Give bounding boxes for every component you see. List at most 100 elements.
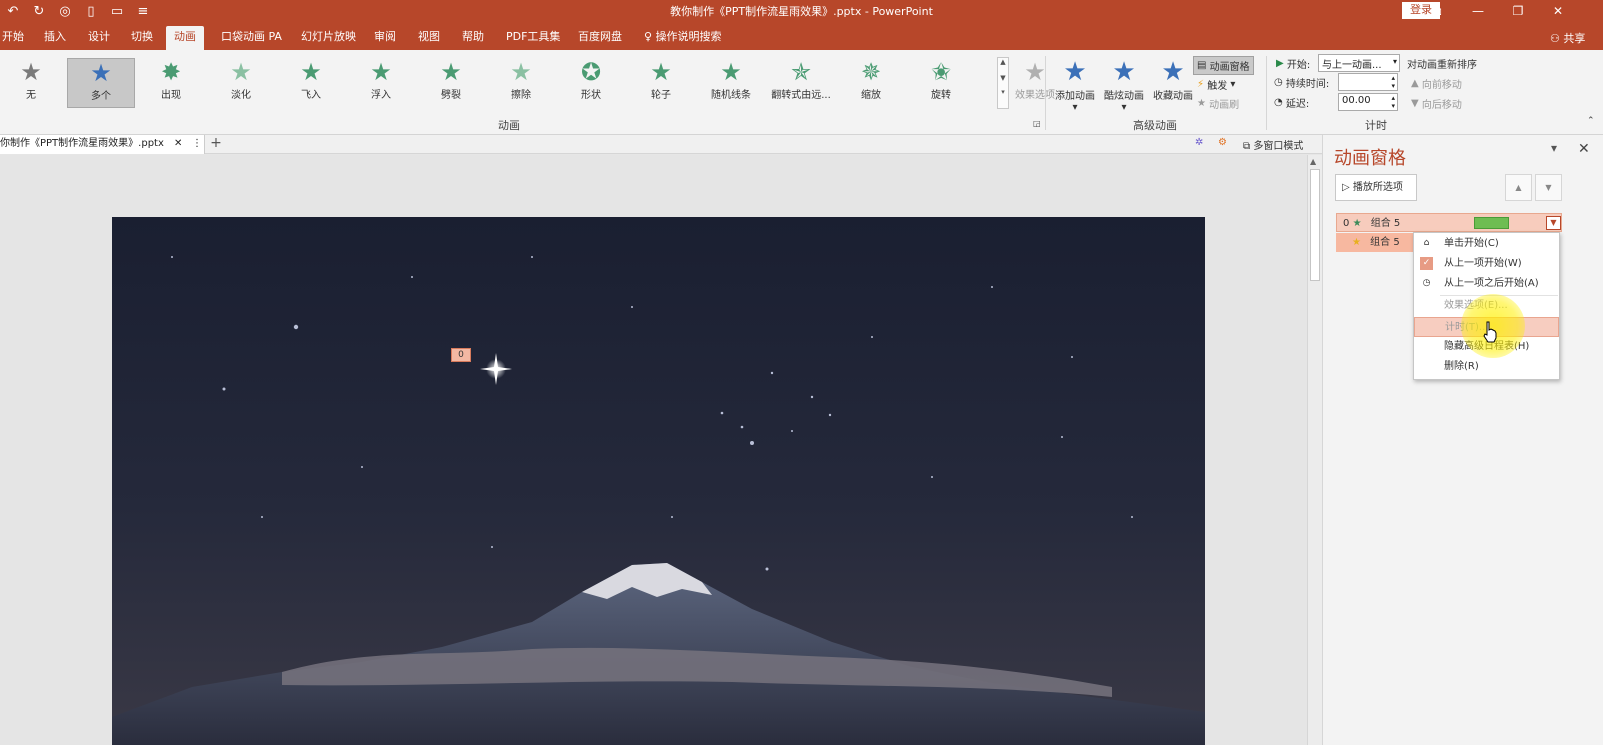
timeline-bar[interactable] [1474,217,1509,229]
move-down-button[interactable]: ▼ [1535,174,1562,201]
animation-painter-label: 动画刷 [1209,100,1240,111]
move-earlier-button[interactable]: ▲ 向前移动 [1411,76,1462,91]
star-icon: ★ [510,58,532,86]
gallery-item-fade[interactable]: ★ 淡化 [208,58,274,108]
stepper-arrows-icon[interactable]: ▴ ▾ [1391,74,1395,90]
close-window-icon[interactable]: ✕ [1538,0,1578,22]
gallery-scroll[interactable]: ▲ ▼ ▾ [997,57,1009,109]
animation-pane-button[interactable]: ▤ 动画窗格 [1193,56,1254,75]
more-options-icon[interactable]: ⋮ [192,135,202,153]
play-selected-button[interactable]: ▷ 播放所选项 [1335,174,1417,201]
menu-item-remove[interactable]: 删除(R) [1414,357,1559,377]
gallery-item-multiple[interactable]: ★ 多个 [67,58,135,108]
scrollbar-thumb[interactable] [1310,169,1320,281]
starry-night-image [112,217,1205,745]
close-tab-icon[interactable]: ✕ [174,135,182,153]
animation-painter-button[interactable]: ★ 动画刷 [1197,96,1239,111]
trigger-button[interactable]: ⚡ 触发 ▾ [1197,77,1235,92]
gallery-item-label: 飞入 [301,90,321,101]
dialog-launcher-icon[interactable]: ◲ [1033,119,1041,128]
tab-insert[interactable]: 插入 [36,26,74,50]
settings-gear-icon[interactable]: ⚙ [1218,137,1227,148]
tab-baidu-netdisk[interactable]: 百度网盘 [570,26,630,50]
gallery-more-icon[interactable]: ▾ [998,88,1008,96]
gallery-item-float-in[interactable]: ★ 浮入 [348,58,414,108]
multiwindow-button[interactable]: ⧉ 多窗口模式 [1243,137,1303,152]
gallery-item-split[interactable]: ★ 劈裂 [418,58,484,108]
gallery-item-label: 无 [26,90,36,101]
document-tab[interactable]: 你制作《PPT制作流星雨效果》.pptx ✕ ⋮ [0,135,205,154]
lightning-icon: ⚡ [1197,79,1205,90]
gallery-down-icon[interactable]: ▼ [998,74,1008,82]
tab-help[interactable]: 帮助 [454,26,492,50]
menu-item-label: 从上一项开始(W) [1444,258,1522,269]
cool-animation-button[interactable]: ★ 酷炫动画 ▾ [1097,57,1151,113]
animation-list-item[interactable]: 0 ★ 组合 5 ▼ [1336,213,1562,232]
duration-stepper[interactable]: ▴ ▾ [1338,73,1398,91]
menu-item-with-previous[interactable]: ✓ 从上一项开始(W) [1414,254,1559,274]
multiwindow-label: 多窗口模式 [1253,141,1304,152]
gallery-up-icon[interactable]: ▲ [998,58,1008,66]
checkmark-icon: ✓ [1420,257,1433,270]
restore-icon[interactable]: ❐ [1498,0,1538,22]
stepper-arrows-icon[interactable]: ▴ ▾ [1391,94,1395,110]
gallery-item-label: 随机线条 [711,90,751,101]
gallery-item-label: 擦除 [511,90,531,101]
animation-target-label: 组合 5 [1370,237,1400,248]
ribbon-display-options-icon[interactable]: ⧈ [1418,0,1458,22]
gallery-item-zoom[interactable]: ✵ 缩放 [838,58,904,108]
gallery-item-label: 缩放 [861,90,881,101]
scroll-up-icon[interactable]: ▲ [1310,157,1316,166]
gallery-item-random-bars[interactable]: ★ 随机线条 [698,58,764,108]
animation-group-label: 动画 [498,119,520,132]
gallery-item-grow-turn[interactable]: ✯ 翻转式由远... [768,58,834,108]
title-bar: ↶ ↻ ◎ ▯ ▭ ≡ 教你制作《PPT制作流星雨效果》.pptx - Powe… [0,0,1603,22]
minimize-icon[interactable]: — [1458,0,1498,22]
tab-review[interactable]: 审阅 [366,26,404,50]
vertical-scrollbar[interactable]: ▲ [1307,155,1322,745]
add-animation-button[interactable]: ★ 添加动画 ▾ [1048,57,1102,113]
gallery-item-none[interactable]: ★ 无 [0,58,64,108]
gallery-item-wheel[interactable]: ★ 轮子 [628,58,694,108]
menu-item-on-click[interactable]: ⌂ 单击开始(C) [1414,234,1559,254]
tab-home[interactable]: 开始 [0,26,32,50]
tab-view[interactable]: 视图 [410,26,448,50]
close-pane-icon[interactable]: ✕ [1578,141,1590,157]
gallery-item-shape[interactable]: ✪ 形状 [558,58,624,108]
move-later-label: 向后移动 [1421,100,1462,111]
chevron-down-icon: ▾ [1121,102,1127,113]
gallery-item-appear[interactable]: ✸ 出现 [138,58,204,108]
tab-transitions[interactable]: 切换 [123,26,161,50]
tab-pocket-animation[interactable]: 口袋动画 PA [213,26,290,50]
tell-me-search[interactable]: ♀ 操作说明搜索 [636,26,730,50]
gallery-item-label: 淡化 [231,90,251,101]
slide[interactable]: 0 [112,217,1205,745]
move-up-button[interactable]: ▲ [1505,174,1532,201]
tab-animations[interactable]: 动画 [166,26,204,50]
animation-order-tag[interactable]: 0 [451,348,471,362]
tab-pdf-tools[interactable]: PDF工具集 [498,26,568,50]
start-select[interactable]: 与上一动画... ▾ [1318,54,1400,72]
star-icon: ★ [720,58,742,86]
gallery-item-wipe[interactable]: ★ 擦除 [488,58,554,108]
favorite-animation-button[interactable]: ★ 收藏动画 [1146,57,1200,113]
animation-tool-icon[interactable]: ✲ [1195,137,1203,148]
delay-stepper[interactable]: 00.00 ▴ ▾ [1338,93,1398,111]
share-button[interactable]: ⚇ 共享 [1550,30,1585,46]
move-later-button[interactable]: ▼ 向后移动 [1411,96,1462,111]
new-tab-icon[interactable]: + [208,135,224,154]
document-tab-bar: 你制作《PPT制作流星雨效果》.pptx ✕ ⋮ + ✲ ⚙ ⧉ 多窗口模式 [0,135,1325,154]
gallery-item-label: 浮入 [371,90,391,101]
pane-options-icon[interactable]: ▾ [1551,141,1557,155]
collapse-ribbon-icon[interactable]: ⌃ [1587,116,1595,126]
menu-item-after-previous[interactable]: ◷ 从上一项之后开始(A) [1414,274,1559,294]
share-label: 共享 [1563,32,1586,45]
item-dropdown-icon[interactable]: ▼ [1546,216,1561,230]
tab-slideshow[interactable]: 幻灯片放映 [293,26,364,50]
tab-design[interactable]: 设计 [80,26,118,50]
gallery-item-swivel[interactable]: ✬ 旋转 [908,58,974,108]
star-icon: ✪ [580,58,602,86]
gallery-item-fly-in[interactable]: ★ 飞入 [278,58,344,108]
animation-list-item[interactable]: ★ 组合 5 [1336,233,1416,252]
move-earlier-label: 向前移动 [1421,80,1462,91]
